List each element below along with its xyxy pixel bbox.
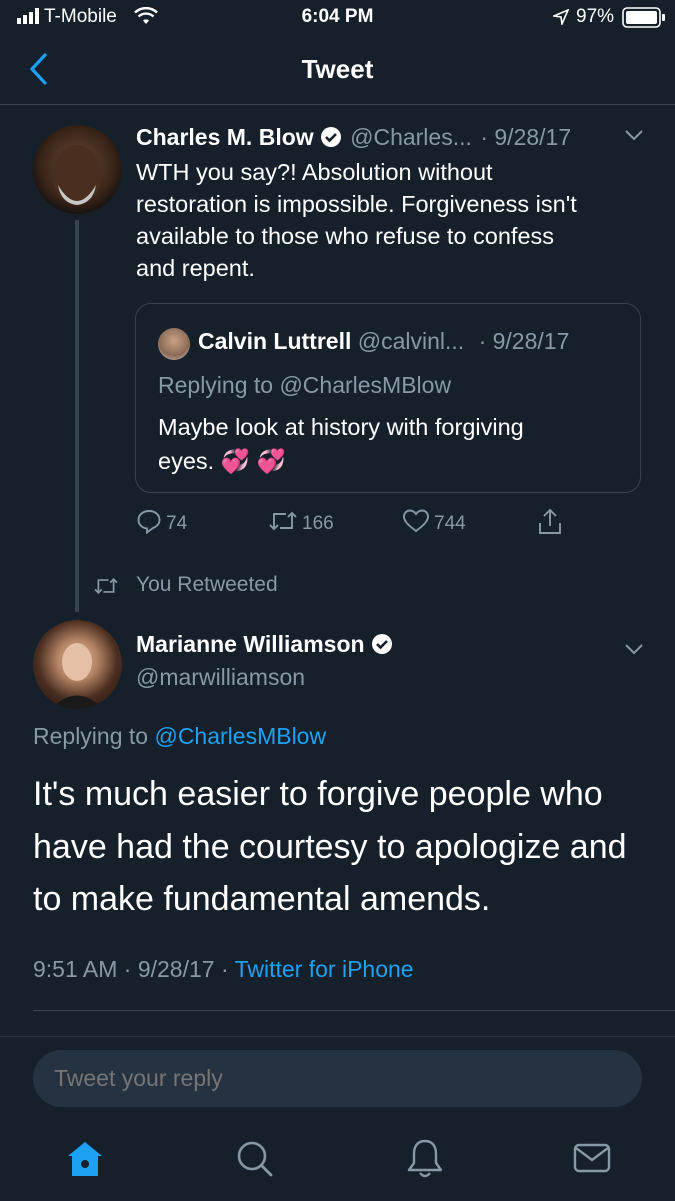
clock-label: 6:04 PM: [301, 6, 374, 27]
reply-button[interactable]: 74: [136, 508, 187, 540]
retweet-icon: [92, 575, 120, 602]
author-handle[interactable]: @marwilliamson: [136, 664, 305, 691]
share-icon[interactable]: [537, 508, 563, 541]
tweet-meta: 9:51 AM · 9/28/17 · Twitter for iPhone: [33, 956, 414, 983]
retweet-button[interactable]: 166: [268, 508, 334, 540]
text-line: Maybe look at history with forgiving: [158, 414, 524, 440]
author-handle[interactable]: @Charles...: [350, 124, 472, 150]
text-line: have had the courtesy to apologize and: [33, 827, 627, 866]
replying-prefix: Replying to: [33, 723, 149, 749]
text-line: WTH you say?! Absolution without: [136, 159, 493, 185]
reply-input[interactable]: [33, 1050, 642, 1107]
author-handle: @calvinl...: [357, 328, 465, 354]
like-button[interactable]: 744: [402, 508, 466, 540]
tweet-date[interactable]: · 9/28/17: [480, 124, 571, 150]
page-title: Tweet: [301, 54, 374, 84]
main-tweet-text: It's much easier to forgive people who h…: [33, 768, 643, 926]
verified-badge-icon: [371, 633, 393, 660]
like-count: 744: [434, 513, 466, 534]
retweet-icon: [268, 508, 298, 540]
reply-to-link[interactable]: @CharlesMBlow: [154, 723, 326, 749]
text-line: to make fundamental amends.: [33, 880, 491, 918]
replying-to: Replying to @CharlesMBlow: [158, 372, 452, 398]
text-line: eyes. 💞 💞: [158, 448, 286, 474]
home-icon[interactable]: [64, 1138, 106, 1185]
author-name[interactable]: Marianne Williamson: [136, 631, 365, 657]
tweet-timestamp: 9:51 AM · 9/28/17 ·: [33, 956, 229, 982]
text-line: available to those who refuse to confess: [136, 223, 555, 249]
tweet-source-link[interactable]: Twitter for iPhone: [235, 956, 414, 982]
chevron-down-icon[interactable]: [624, 642, 644, 661]
location-arrow-icon: [551, 8, 570, 31]
avatar: [158, 328, 190, 360]
tweet-date: · 9/28/17: [478, 328, 570, 354]
replying-to: Replying to @CharlesMBlow: [33, 723, 326, 750]
author-name: Calvin Luttrell: [198, 328, 352, 354]
avatar[interactable]: [33, 620, 122, 709]
text-line: and repent.: [136, 255, 255, 281]
retweet-count: 166: [302, 513, 334, 534]
reply-icon: [136, 508, 162, 540]
reply-count: 74: [166, 513, 188, 534]
divider: [33, 1010, 675, 1011]
quoted-text: Maybe look at history with forgiving eye…: [158, 411, 618, 477]
avatar[interactable]: [33, 125, 122, 214]
status-bar: T-Mobile 6:04 PM 97%: [0, 0, 675, 36]
quoted-tweet-card[interactable]: Calvin Luttrell @calvinl... · 9/28/17 Re…: [135, 303, 641, 493]
nav-header: Tweet: [0, 36, 675, 105]
thread-line: [75, 220, 79, 612]
main-tweet-header: Marianne Williamson: [136, 631, 393, 660]
battery-percent: 97%: [576, 6, 615, 27]
text-line: It's much easier to forgive people who: [33, 775, 603, 813]
tweet-text: WTH you say?! Absolution without restora…: [136, 156, 656, 284]
bell-icon[interactable]: [404, 1136, 446, 1185]
heart-icon: [402, 508, 430, 540]
quoted-tweet-header: Calvin Luttrell @calvinl... · 9/28/17: [198, 328, 569, 355]
retweet-context-label: You Retweeted: [136, 573, 278, 596]
chevron-down-icon[interactable]: [624, 128, 644, 147]
text-line: restoration is impossible. Forgiveness i…: [136, 191, 577, 217]
mail-icon[interactable]: [572, 1140, 612, 1181]
author-name[interactable]: Charles M. Blow: [136, 124, 314, 150]
search-icon[interactable]: [234, 1138, 276, 1185]
verified-badge-icon: [320, 126, 342, 153]
parent-tweet-header: Charles M. Blow @Charles... · 9/28/17: [136, 124, 571, 153]
battery-icon: [622, 7, 666, 34]
